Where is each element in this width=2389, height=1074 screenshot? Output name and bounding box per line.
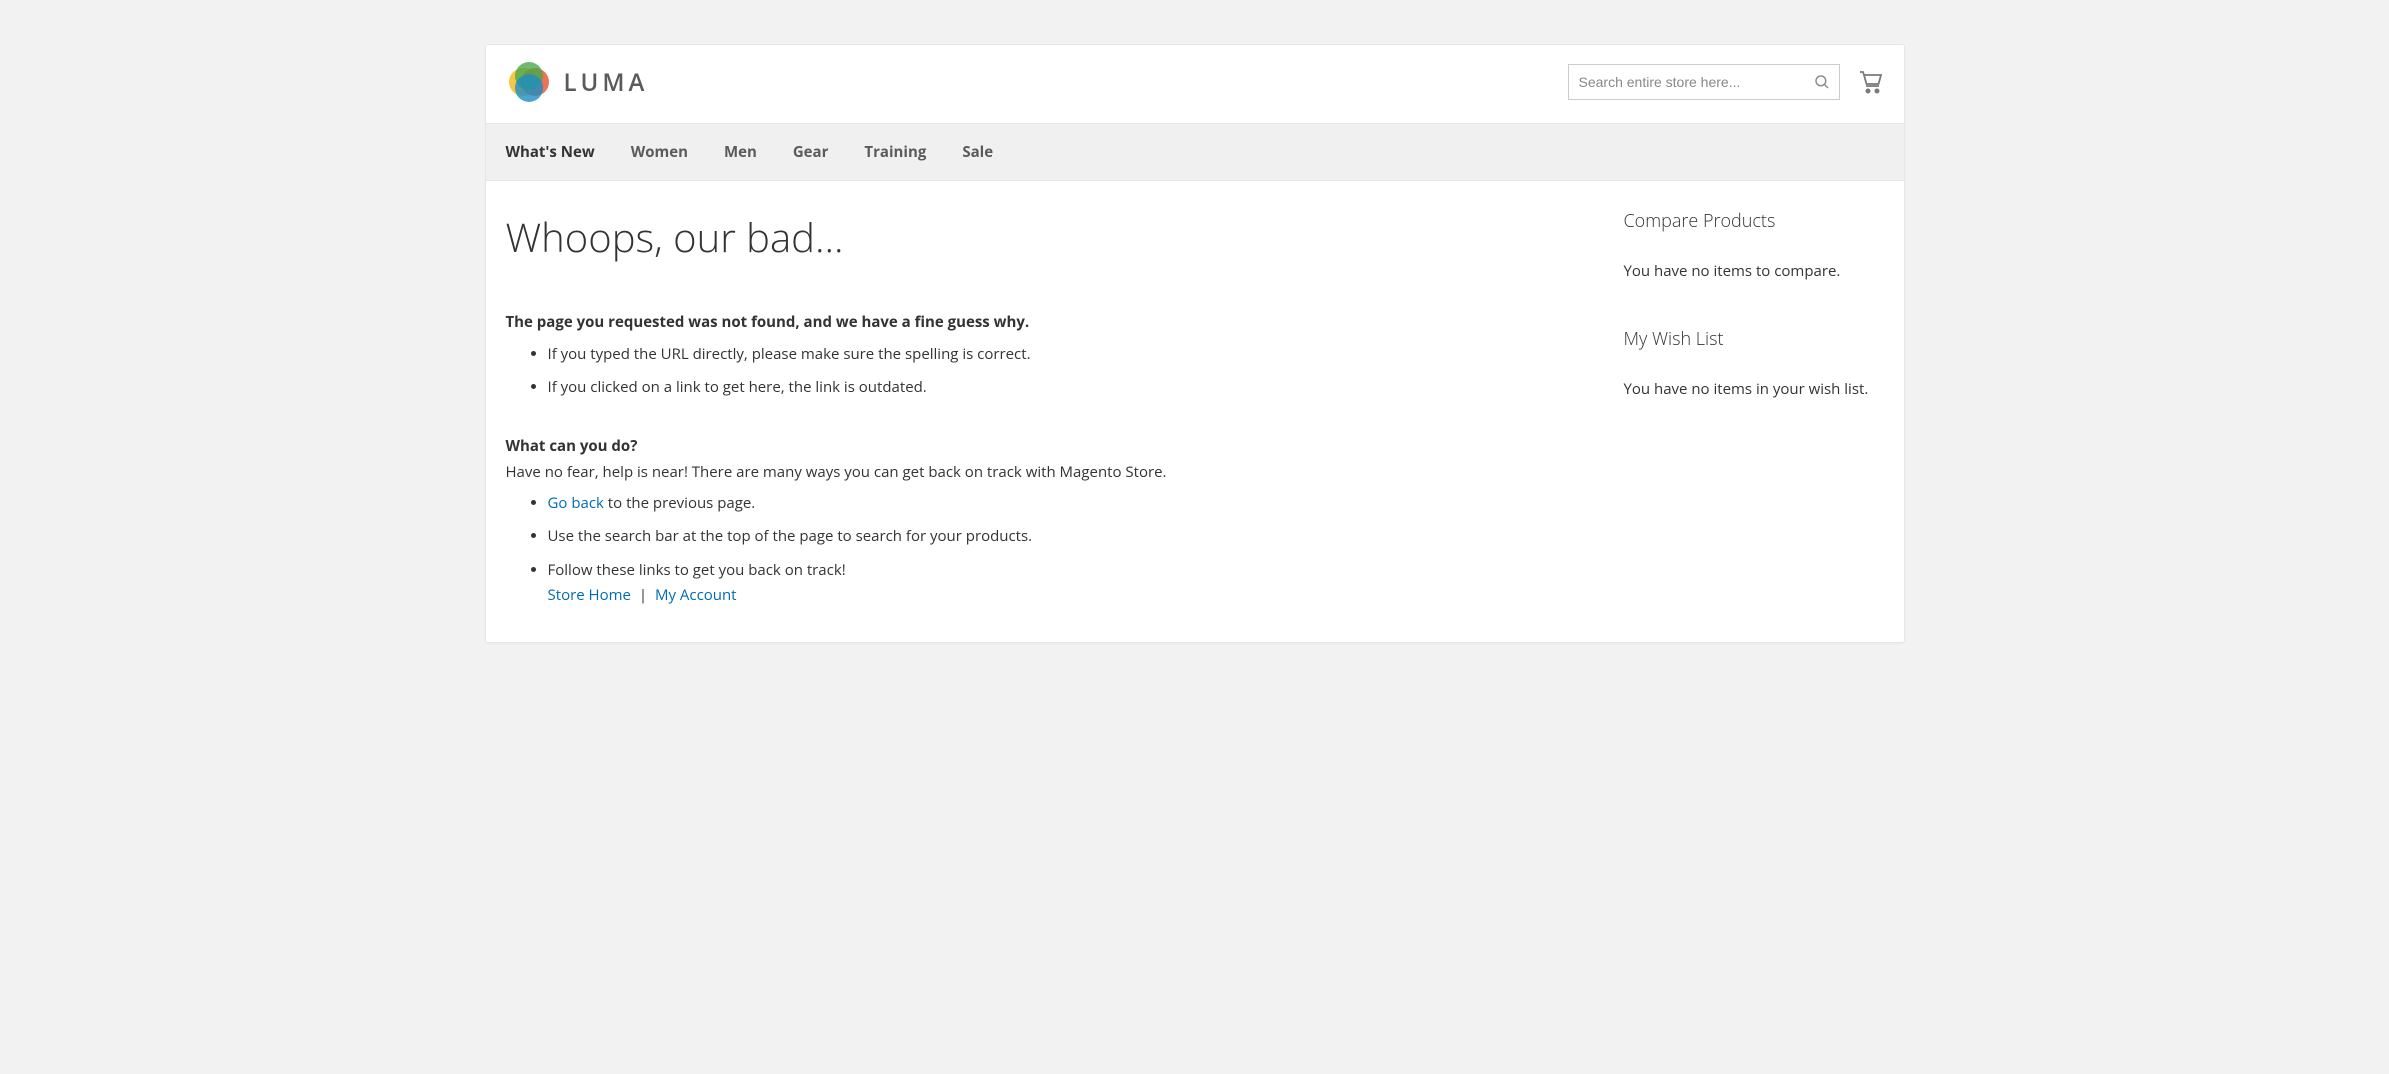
luma-logo-icon	[506, 59, 552, 105]
help-heading: What can you do?	[506, 436, 638, 456]
store-home-link[interactable]: Store Home	[548, 585, 631, 605]
help-item-follow: Follow these links to get you back on tr…	[548, 554, 1584, 613]
brand-name: LUMA	[564, 66, 649, 99]
content: Whoops, our bad... The page you requeste…	[506, 209, 1584, 612]
search-box	[1568, 64, 1840, 100]
follow-links-text: Follow these links to get you back on tr…	[548, 560, 846, 580]
compare-empty: You have no items to compare.	[1624, 261, 1884, 281]
sidebar: Compare Products You have no items to co…	[1624, 209, 1884, 612]
reasons-list: If you typed the URL directly, please ma…	[506, 338, 1584, 405]
nav-whats-new[interactable]: What's New	[506, 124, 595, 180]
help-item-go-back: Go back to the previous page.	[548, 487, 1584, 520]
page-title: Whoops, our bad...	[506, 209, 1584, 264]
help-intro: Have no fear, help is near! There are ma…	[506, 460, 1584, 486]
go-back-link[interactable]: Go back	[548, 493, 604, 513]
wishlist-block: My Wish List You have no items in your w…	[1624, 327, 1884, 399]
main: Whoops, our bad... The page you requeste…	[486, 181, 1904, 642]
nav-women[interactable]: Women	[631, 124, 688, 180]
go-back-rest: to the previous page.	[604, 493, 755, 513]
nav-training[interactable]: Training	[864, 124, 926, 180]
search-icon[interactable]	[1813, 73, 1831, 91]
not-found-heading: The page you requested was not found, an…	[506, 312, 1030, 332]
store-logo[interactable]: LUMA	[506, 59, 649, 105]
my-account-link[interactable]: My Account	[655, 585, 737, 605]
link-separator: |	[635, 585, 651, 605]
wishlist-title: My Wish List	[1624, 327, 1884, 351]
help-list: Go back to the previous page. Use the se…	[506, 487, 1584, 612]
reason-item: If you clicked on a link to get here, th…	[548, 371, 1584, 404]
cart-icon[interactable]	[1858, 69, 1884, 95]
nav-gear[interactable]: Gear	[793, 124, 829, 180]
nav-men[interactable]: Men	[724, 124, 757, 180]
compare-block: Compare Products You have no items to co…	[1624, 209, 1884, 281]
page-wrapper: LUMA What's New Women Men Gear Training …	[485, 44, 1905, 643]
compare-title: Compare Products	[1624, 209, 1884, 233]
reason-item: If you typed the URL directly, please ma…	[548, 338, 1584, 371]
main-nav: What's New Women Men Gear Training Sale	[486, 123, 1904, 181]
help-item-search: Use the search bar at the top of the pag…	[548, 520, 1584, 553]
nav-sale[interactable]: Sale	[962, 124, 993, 180]
header: LUMA	[486, 45, 1904, 123]
wishlist-empty: You have no items in your wish list.	[1624, 379, 1884, 399]
search-input[interactable]	[1579, 74, 1813, 90]
